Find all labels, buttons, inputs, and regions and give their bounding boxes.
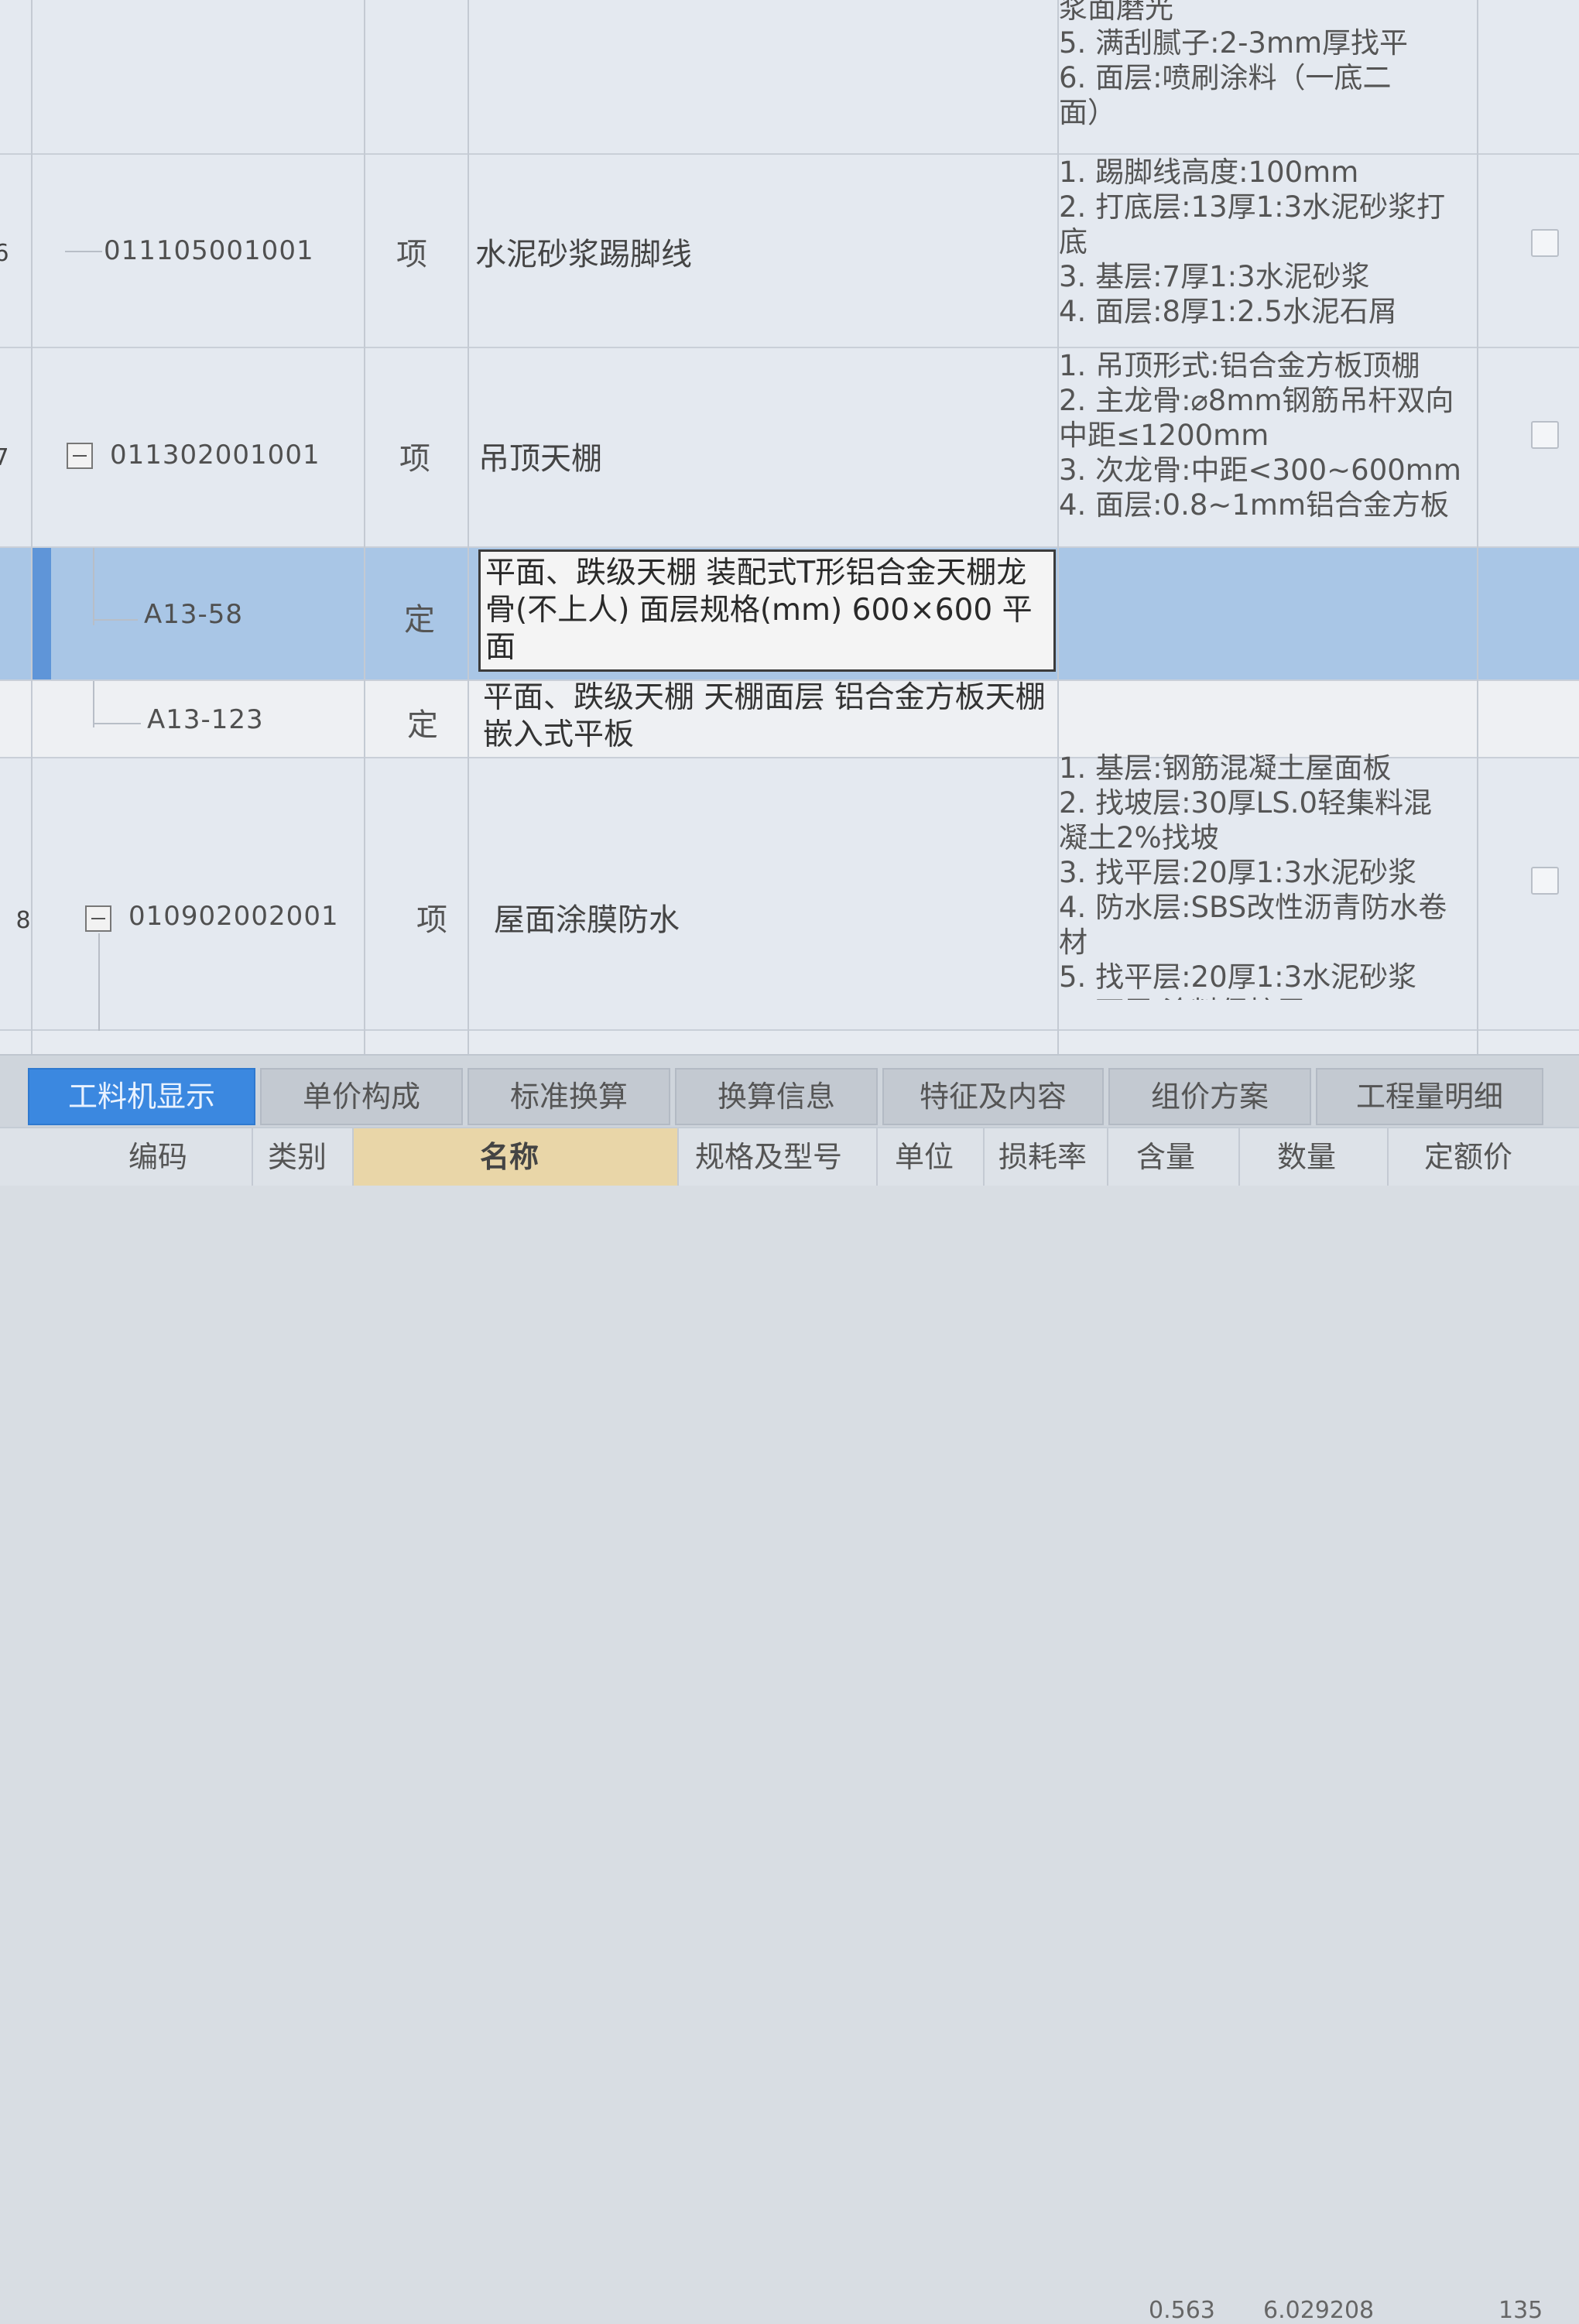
header-code[interactable]: 编码 xyxy=(128,1133,187,1176)
name-editor[interactable]: 平面、跌级天棚 装配式T形铝合金天棚龙骨(不上人) 面层规格(mm) 600×6… xyxy=(478,549,1056,672)
collapse-icon[interactable] xyxy=(67,443,93,469)
item-name: 水泥砂浆踢脚线 xyxy=(475,237,692,272)
item-name: 屋面涂膜防水 xyxy=(494,902,680,938)
tree-connector xyxy=(93,619,138,621)
table-row[interactable]: 浆面磨光 5. 满刮腻子:2-3mm厚找平 6. 面层:喷刷涂料（一底二 面） xyxy=(0,0,1579,155)
row-type: 项 xyxy=(416,902,447,938)
header-quantity[interactable]: 数量 xyxy=(1277,1133,1336,1176)
row-type: 定 xyxy=(407,707,438,743)
tab-quantity-details[interactable]: 工程量明细 xyxy=(1316,1068,1543,1125)
row-number: 8 xyxy=(15,907,31,934)
column-divider xyxy=(1238,1128,1240,1186)
features-cell: 1. 踢脚线高度:100mm 2. 打底层:13厚1:3水泥砂浆打 底 3. 基… xyxy=(1059,156,1446,328)
row-type: 项 xyxy=(396,237,427,272)
bill-grid: 浆面磨光 5. 满刮腻子:2-3mm厚找平 6. 面层:喷刷涂料（一底二 面） … xyxy=(0,0,1579,1054)
header-content[interactable]: 含量 xyxy=(1136,1133,1195,1176)
column-divider xyxy=(1057,0,1059,1054)
tree-connector xyxy=(93,548,94,625)
tab-features-content[interactable]: 特征及内容 xyxy=(882,1068,1104,1125)
features-cell: 浆面磨光 5. 满刮腻子:2-3mm厚找平 6. 面层:喷刷涂料（一底二 面） xyxy=(1059,0,1409,129)
column-divider xyxy=(1107,1128,1108,1186)
header-quota-price[interactable]: 定额价 xyxy=(1424,1133,1512,1176)
header-loss-rate[interactable]: 损耗率 xyxy=(998,1133,1087,1176)
detail-quantity-value: 6.029208 xyxy=(1263,2297,1375,2324)
row-checkbox[interactable] xyxy=(1531,867,1559,895)
collapse-icon[interactable] xyxy=(85,905,111,932)
table-row[interactable]: 8 010902002001 项 屋面涂膜防水 1. 基层:钢筋混凝土屋面板 2… xyxy=(0,751,1579,1031)
features-cell: 1. 基层:钢筋混凝土屋面板 2. 找坡层:30厚LS.0轻集料混 凝土2%找坡… xyxy=(1059,751,1447,1000)
tab-labor-material-machine[interactable]: 工料机显示 xyxy=(28,1068,255,1125)
tree-connector xyxy=(98,933,100,1031)
bottom-tab-bar: 工料机显示 单价构成 标准换算 换算信息 特征及内容 组价方案 工程量明细 xyxy=(0,1054,1579,1128)
column-divider xyxy=(31,0,33,1054)
tree-connector xyxy=(93,723,141,724)
tab-unit-price-composition[interactable]: 单价构成 xyxy=(260,1068,463,1125)
bill-code: 011302001001 xyxy=(110,440,320,471)
detail-price-value: 135 xyxy=(1499,2297,1543,2324)
column-divider xyxy=(468,0,469,1054)
quota-code: A13-123 xyxy=(147,704,264,735)
bill-code: 011105001001 xyxy=(104,235,314,266)
header-spec[interactable]: 规格及型号 xyxy=(695,1133,842,1176)
quota-name: 平面、跌级天棚 天棚面层 铝合金方板天棚 嵌入式平板 xyxy=(483,680,1046,752)
header-category[interactable]: 类别 xyxy=(268,1133,327,1176)
tree-connector xyxy=(93,681,94,727)
detail-content-value: 0.563 xyxy=(1149,2297,1215,2324)
header-name[interactable]: 名称 xyxy=(480,1133,539,1176)
table-row[interactable]: 7 011302001001 项 吊顶天棚 1. 吊顶形式:铝合金方板顶棚 2.… xyxy=(0,348,1579,548)
row-type: 项 xyxy=(399,441,430,477)
header-unit[interactable]: 单位 xyxy=(895,1133,954,1176)
row-selector xyxy=(31,548,51,679)
column-divider xyxy=(1477,0,1478,1054)
row-checkbox[interactable] xyxy=(1531,421,1559,449)
column-divider xyxy=(876,1128,878,1186)
row-checkbox[interactable] xyxy=(1531,229,1559,257)
item-name: 吊顶天棚 xyxy=(478,441,602,477)
tree-connector xyxy=(65,251,102,252)
column-divider xyxy=(364,0,365,1054)
column-divider xyxy=(252,1128,253,1186)
tab-standard-conversion[interactable]: 标准换算 xyxy=(468,1068,670,1125)
quota-code: A13-58 xyxy=(144,599,244,630)
column-divider xyxy=(352,1128,354,1186)
features-cell: 1. 吊顶形式:铝合金方板顶棚 2. 主龙骨:⌀8mm钢筋吊杆双向 中距≤120… xyxy=(1059,349,1461,522)
row-number: 6 xyxy=(0,240,9,267)
column-divider xyxy=(677,1128,679,1186)
bill-code: 010902002001 xyxy=(128,901,339,932)
column-divider xyxy=(983,1128,985,1186)
table-row[interactable]: 6 011105001001 项 水泥砂浆踢脚线 1. 踢脚线高度:100mm … xyxy=(0,155,1579,348)
tab-conversion-info[interactable]: 换算信息 xyxy=(675,1068,878,1125)
tab-pricing-scheme[interactable]: 组价方案 xyxy=(1108,1068,1311,1125)
column-divider xyxy=(1387,1128,1389,1186)
row-number: 7 xyxy=(0,444,9,471)
detail-table-header: 编码 类别 名称 规格及型号 单位 损耗率 含量 数量 定额价 0.563 6.… xyxy=(0,1127,1579,2324)
row-type: 定 xyxy=(404,602,435,638)
